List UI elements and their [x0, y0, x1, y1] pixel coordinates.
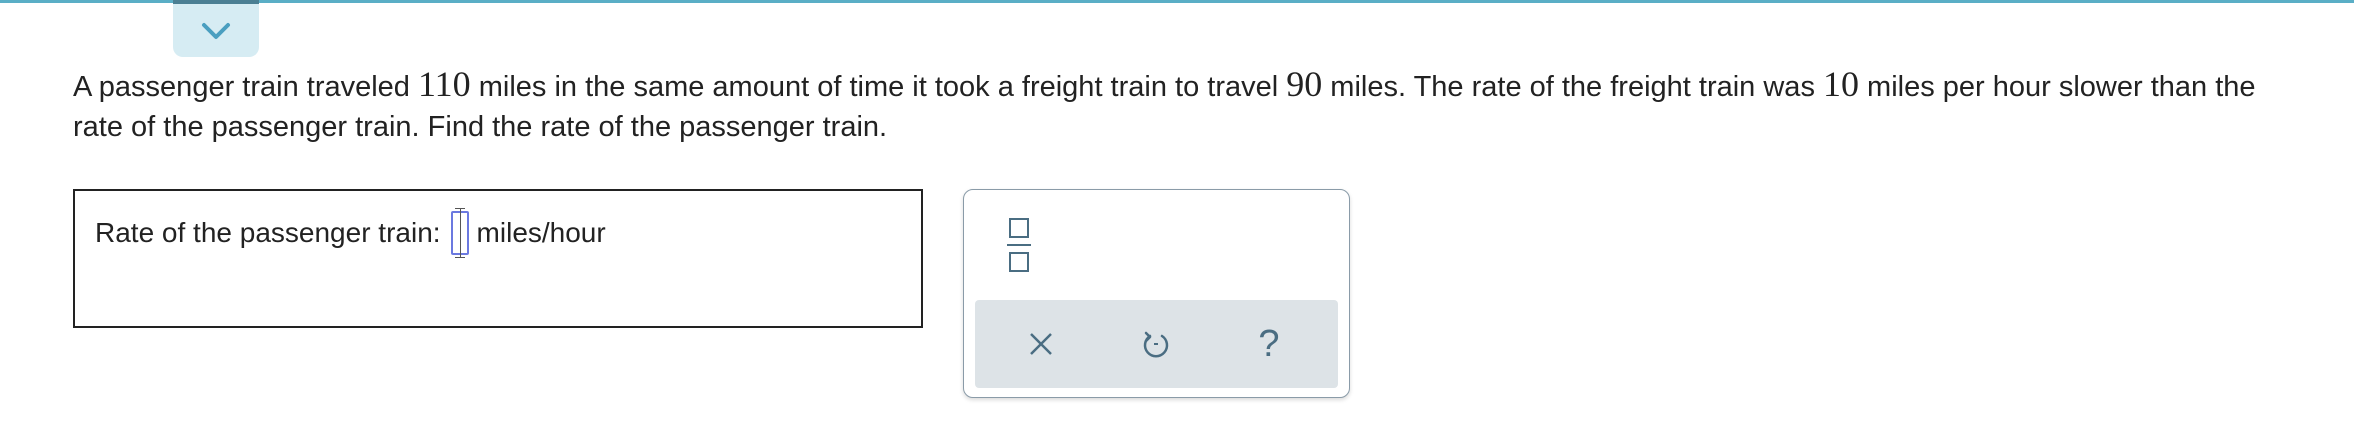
- undo-button[interactable]: [1132, 320, 1180, 368]
- question-number: 110: [417, 64, 471, 104]
- help-icon: ?: [1258, 323, 1280, 365]
- question-text: A passenger train traveled 110 miles in …: [73, 64, 2313, 147]
- answer-box: Rate of the passenger train: miles/hour: [73, 189, 923, 328]
- close-icon: [1030, 333, 1052, 355]
- math-toolbox: ?: [963, 189, 1350, 398]
- question-number: 10: [1823, 64, 1859, 104]
- undo-icon: [1143, 331, 1169, 358]
- question-text-part: miles in the same amount of time it took…: [470, 71, 1287, 103]
- answer-label: Rate of the passenger train:: [95, 217, 441, 248]
- action-bar: ?: [975, 300, 1338, 388]
- answer-line: Rate of the passenger train: miles/hour: [95, 208, 606, 258]
- text-cursor: [459, 208, 461, 258]
- question-text-part: miles. The rate of the freight train was: [1322, 71, 1823, 103]
- question-text-part: A passenger train traveled: [73, 71, 418, 103]
- text-cursor-bottom: [454, 257, 465, 258]
- question-number: 90: [1286, 64, 1323, 104]
- chevron-down-icon: [202, 22, 230, 39]
- top-accent-rule: [0, 0, 2354, 3]
- collapse-toggle-button[interactable]: [173, 0, 259, 57]
- answer-unit: miles/hour: [476, 217, 606, 248]
- answer-input[interactable]: [450, 208, 469, 258]
- fraction-button[interactable]: [1004, 215, 1034, 275]
- clear-button[interactable]: [1017, 320, 1065, 368]
- help-button[interactable]: ?: [1245, 320, 1293, 368]
- fraction-icon: [1007, 218, 1031, 272]
